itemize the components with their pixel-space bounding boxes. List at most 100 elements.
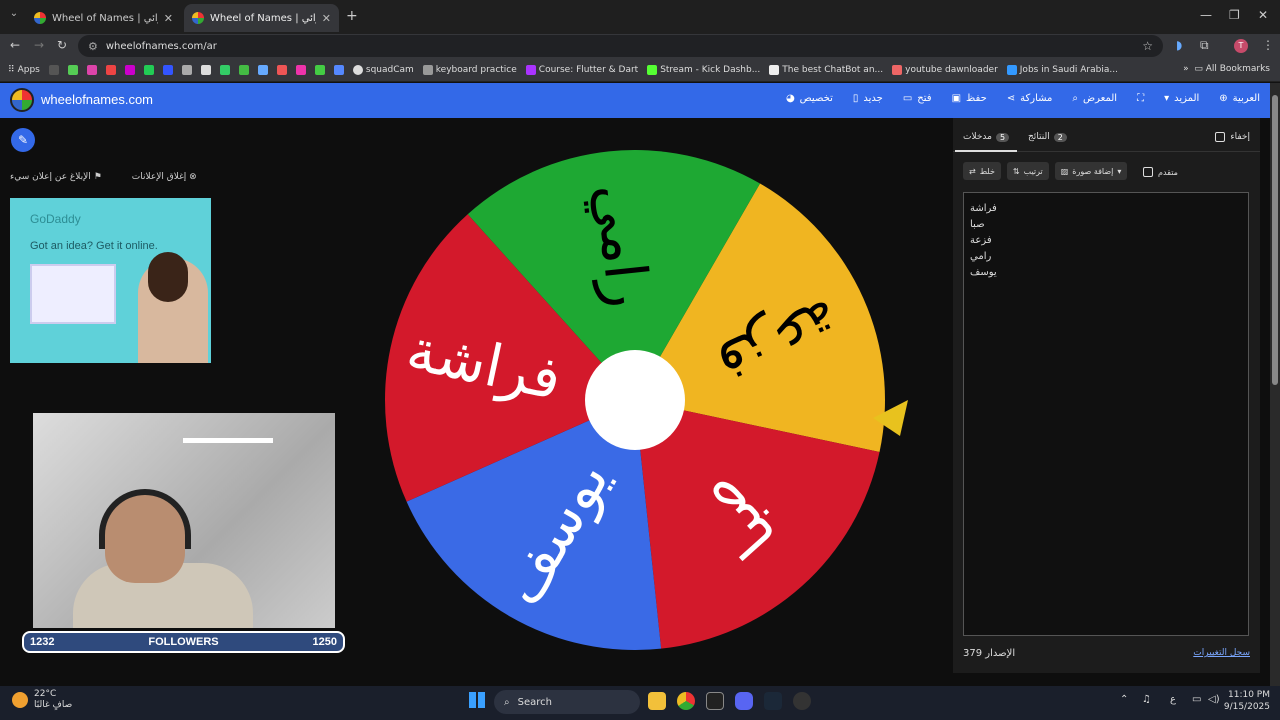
bookmark-icon[interactable] [105,64,116,75]
site-info-icon[interactable]: ⚙ [88,40,98,53]
tray-chevron-icon[interactable]: ⌃ [1120,694,1128,705]
minimize-icon[interactable]: — [1200,8,1212,22]
bookmark-course-flutter[interactable]: Course: Flutter & Dart [525,64,638,75]
save-icon: ▣ [951,93,962,104]
bookmark-icon[interactable] [238,64,249,75]
profile-avatar[interactable]: T [1234,39,1248,53]
menu-share[interactable]: ⋖ مشاركة [1007,93,1053,104]
grid-icon[interactable] [48,64,59,75]
volume-icon[interactable]: ◁) [1208,694,1220,705]
address-bar[interactable]: ⚙ wheelofnames.com/ar ☆ [78,35,1163,57]
bookmark-keyboard-practice[interactable]: keyboard practice [422,64,517,75]
bookmark-icon[interactable] [86,64,97,75]
sort-button[interactable]: ⇅ ترتيب [1006,162,1049,180]
menu-more[interactable]: ▾ المزيد [1164,93,1199,104]
close-ads-link[interactable]: إغلاق الإعلانات ⊗ [132,172,197,182]
bookmark-icon[interactable] [124,64,135,75]
new-tab-icon[interactable]: + [346,8,358,24]
bookmark-icon[interactable] [257,64,268,75]
wheel-center[interactable] [585,350,685,450]
menu-language[interactable]: ⊕ العربية [1219,93,1260,104]
close-tab-icon[interactable]: ✕ [322,12,331,25]
github-icon[interactable] [200,64,211,75]
site-logo[interactable] [10,88,34,112]
bookmark-icon[interactable] [219,64,230,75]
site-name[interactable]: wheelofnames.com [41,92,153,107]
report-ad-link[interactable]: الإبلاغ عن إعلان سيء ⚑ [10,172,102,182]
search-icon: ⌕ [504,696,510,708]
reload-icon[interactable]: ↻ [57,38,67,52]
shuffle-button[interactable]: ⇄ خلط [963,162,1001,180]
file-explorer-icon[interactable] [648,692,666,710]
steam-icon[interactable] [764,692,782,710]
wheel[interactable]: فزعةصبايوسففراشةرامي [380,150,920,650]
bookmark-icon[interactable] [181,64,192,75]
tab-entries[interactable]: مدخلات 5 [954,132,1018,152]
obs-icon[interactable] [706,692,724,710]
forward-icon[interactable]: → [34,38,44,52]
menu-save[interactable]: ▣ حفظ [952,93,987,104]
browser-tab-active[interactable]: Wheel of Names | عجلة الاسم العشوائي ✕ [184,4,339,32]
chrome-menu-icon[interactable]: ⋮ [1262,38,1274,52]
ad-laptop-image [30,264,116,324]
chrome-icon[interactable] [677,692,695,710]
weather-text: صافٍ غالبًا [34,700,73,710]
advanced-checkbox[interactable]: متقدم [1143,167,1178,177]
shuffle-icon: ⇄ [969,166,976,176]
network-icon[interactable]: ▭ [1192,694,1201,705]
checkbox-icon[interactable] [1143,167,1153,177]
bookmark-youtube-downloader[interactable]: youtube dawnloader [892,64,998,75]
bookmark-icon[interactable] [314,64,325,75]
changelog-link[interactable]: سجل التغييرات [1193,648,1250,658]
advertisement[interactable]: GoDaddy Got an idea? Get it online. [10,198,211,363]
language-indicator[interactable]: ع [1170,694,1176,705]
image-icon: ▨ [1060,166,1069,176]
followers-goal: 1250 [312,636,337,648]
menu-customize[interactable]: ◕ تخصيص [786,93,833,104]
tab-results[interactable]: النتائج 2 [1028,132,1067,142]
windows-start-icon[interactable] [469,692,485,708]
bookmark-star-icon[interactable]: ☆ [1142,39,1153,53]
bookmark-icon[interactable] [67,64,78,75]
extensions-puzzle-icon[interactable]: ⧉ [1200,38,1209,53]
weather-widget[interactable]: 22°C صافٍ غالبًا [12,689,72,711]
bookmark-kick-dashboard[interactable]: Stream - Kick Dashb... [647,64,760,75]
page-scrollbar[interactable] [1270,83,1280,686]
light-streak [183,438,273,443]
taskbar-search[interactable]: ⌕ Search [494,690,640,714]
tab-search-icon[interactable]: ⌄ [6,8,22,24]
add-image-button[interactable]: ▨ إضافة صورة ▾ [1054,162,1128,180]
bookmark-icon[interactable] [162,64,173,75]
panel-tabs: مدخلات 5 النتائج 2 إخفاء [953,118,1260,152]
bookmark-squadcam[interactable]: squadCam [352,64,414,75]
bookmark-icon[interactable] [333,64,344,75]
menu-new[interactable]: ▯ جديد [853,93,883,104]
microphone-icon[interactable]: ♫ [1142,694,1151,705]
bookmark-jobs-saudi[interactable]: Jobs in Saudi Arabia... [1006,64,1118,75]
checkbox-icon[interactable] [1215,132,1226,142]
bookmark-icon[interactable] [143,64,154,75]
bookmark-apps[interactable]: ⠿ Apps [8,65,40,75]
close-tab-icon[interactable]: ✕ [164,12,173,25]
system-clock[interactable]: 11:10 PM 9/15/2025 [1224,689,1270,713]
all-bookmarks[interactable]: » ▭ All Bookmarks [1183,64,1270,74]
fullscreen-button[interactable]: ⛶ [1137,93,1144,104]
restore-icon[interactable]: ❐ [1229,8,1240,22]
extension-icon[interactable]: ◗ [1176,38,1182,52]
menu-gallery[interactable]: ⌕ المعرض [1072,93,1117,104]
back-icon[interactable]: ← [10,38,20,52]
scrollbar-thumb[interactable] [1272,95,1278,385]
hide-checkbox[interactable]: إخفاء [1215,132,1250,142]
browser-tab[interactable]: Wheel of Names | عجلة الاسم العشوائي ✕ [26,4,181,32]
entries-textarea[interactable]: فراشة صبا فزعة رامي يوسف [963,192,1249,636]
bookmark-icon[interactable] [295,64,306,75]
app-icon[interactable] [793,692,811,710]
bookmark-chatbot[interactable]: The best ChatBot an... [769,64,883,75]
bookmark-icon[interactable] [276,64,287,75]
discord-icon[interactable] [735,692,753,710]
results-count-badge: 2 [1053,132,1067,142]
close-window-icon[interactable]: ✕ [1258,8,1268,22]
bookmarks-bar: ⠿ Apps squadCam keyboard practice Course:… [0,58,1280,82]
menu-open[interactable]: ▭ فتح [903,93,932,104]
edit-button[interactable]: ✎ [11,128,35,152]
